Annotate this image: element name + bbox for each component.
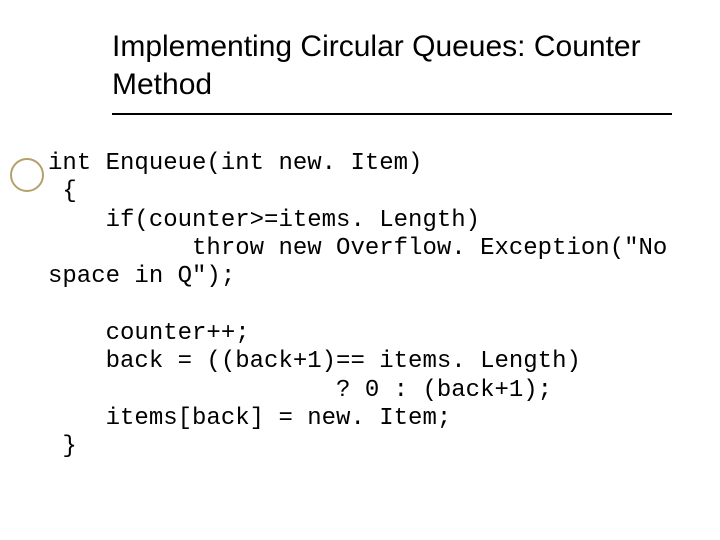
code-line: } xyxy=(48,433,77,460)
slide-title: Implementing Circular Queues: Counter Me… xyxy=(112,28,672,103)
slide: Implementing Circular Queues: Counter Me… xyxy=(0,0,720,540)
code-line: ? 0 : (back+1); xyxy=(48,377,552,404)
code-line: space in Q"); xyxy=(48,263,235,290)
bullet-circle-icon xyxy=(10,158,44,192)
code-line: { xyxy=(48,178,77,205)
code-line: if(counter>=items. Length) xyxy=(48,207,480,234)
code-block: int Enqueue(int new. Item) { if(counter>… xyxy=(48,150,688,461)
code-line: counter++; xyxy=(48,320,250,347)
code-line: back = ((back+1)== items. Length) xyxy=(48,348,581,375)
code-line: throw new Overflow. Exception("No xyxy=(48,235,667,262)
title-divider xyxy=(112,113,672,115)
title-block: Implementing Circular Queues: Counter Me… xyxy=(112,28,672,115)
code-line: items[back] = new. Item; xyxy=(48,405,451,432)
code-line: int Enqueue(int new. Item) xyxy=(48,150,422,177)
